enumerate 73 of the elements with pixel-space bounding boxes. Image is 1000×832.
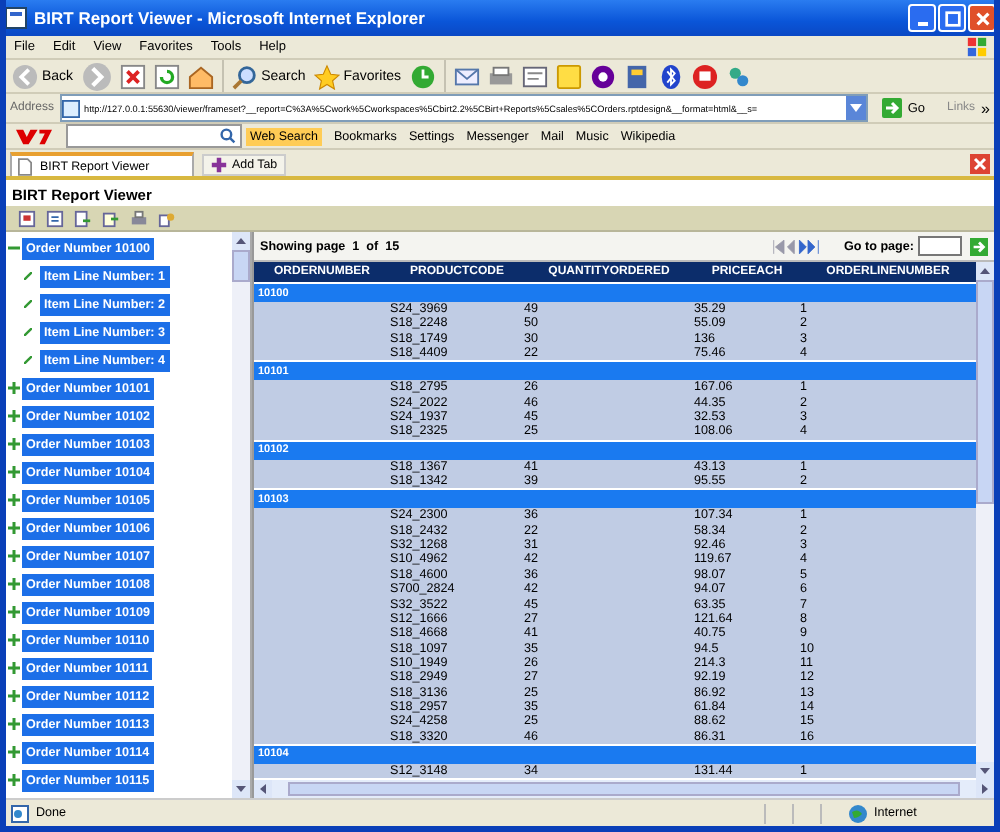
search-icon xyxy=(231,63,258,89)
document-icon[interactable] xyxy=(18,209,36,227)
page-icon xyxy=(6,6,28,30)
people-icon[interactable] xyxy=(725,63,752,89)
windows-flag-icon xyxy=(966,36,988,58)
close-button[interactable] xyxy=(968,4,994,32)
page-icon xyxy=(62,99,81,117)
more-links-button[interactable]: » xyxy=(981,99,990,117)
page-number-field[interactable] xyxy=(918,236,962,256)
expand-icon[interactable] xyxy=(6,438,20,450)
mail-icon[interactable] xyxy=(453,63,480,89)
minimize-button[interactable] xyxy=(908,4,936,32)
leaf-icon xyxy=(24,328,32,336)
expand-icon[interactable] xyxy=(6,746,20,758)
search-field[interactable] xyxy=(66,124,242,148)
vertical-scrollbar[interactable] xyxy=(232,232,250,798)
go-arrow-icon xyxy=(881,98,902,118)
plus-icon xyxy=(210,156,228,174)
minimize-icon xyxy=(917,21,927,25)
expand-icon[interactable] xyxy=(6,578,20,590)
y-logo-icon[interactable] xyxy=(14,127,54,145)
close-icon xyxy=(973,9,991,27)
expand-icon[interactable] xyxy=(6,494,20,506)
export-icon[interactable] xyxy=(74,209,92,227)
edit-icon[interactable] xyxy=(521,63,548,89)
scroll-thumb[interactable] xyxy=(288,782,960,796)
scroll-up-icon[interactable] xyxy=(232,232,250,250)
round-app-icon[interactable] xyxy=(691,63,718,89)
scroll-thumb[interactable] xyxy=(232,250,250,282)
expand-icon[interactable] xyxy=(6,466,20,478)
history-icon[interactable] xyxy=(409,63,436,89)
messenger-icon[interactable] xyxy=(589,63,616,89)
stop-icon[interactable] xyxy=(119,63,146,89)
globe-icon xyxy=(848,803,868,823)
scroll-down-icon[interactable] xyxy=(232,780,250,798)
expand-icon[interactable] xyxy=(6,662,20,674)
scroll-left-icon[interactable] xyxy=(254,780,272,798)
print-icon[interactable] xyxy=(487,63,514,89)
scroll-up-icon[interactable] xyxy=(976,262,994,280)
bluetooth-icon[interactable] xyxy=(657,63,684,89)
vertical-scrollbar[interactable] xyxy=(976,262,994,780)
scroll-down-icon[interactable] xyxy=(976,762,994,780)
expand-icon[interactable] xyxy=(6,550,20,562)
document-icon[interactable] xyxy=(46,209,64,227)
window-title: BIRT Report Viewer - Microsoft Internet Explorer xyxy=(34,8,427,28)
book-icon[interactable] xyxy=(623,63,650,89)
expand-icon[interactable] xyxy=(6,382,20,394)
leaf-icon xyxy=(24,300,32,308)
maximize-button[interactable] xyxy=(938,4,966,32)
home-icon[interactable] xyxy=(187,63,214,89)
scroll-thumb[interactable] xyxy=(976,280,994,504)
page-icon xyxy=(10,803,30,823)
leaf-icon xyxy=(24,356,32,364)
refresh-icon[interactable] xyxy=(153,63,180,89)
leaf-icon xyxy=(24,272,32,280)
expand-icon[interactable] xyxy=(6,522,20,534)
expand-icon[interactable] xyxy=(6,410,20,422)
expand-icon[interactable] xyxy=(6,634,20,646)
expand-icon[interactable] xyxy=(6,690,20,702)
expand-icon[interactable] xyxy=(6,718,20,730)
horizontal-scrollbar[interactable] xyxy=(254,780,994,798)
go-arrow-icon[interactable] xyxy=(970,237,988,255)
expand-icon[interactable] xyxy=(6,774,20,786)
print-icon[interactable] xyxy=(130,209,148,227)
expand-icon[interactable] xyxy=(6,606,20,618)
close-tab-icon[interactable] xyxy=(970,153,990,173)
settings-icon[interactable] xyxy=(158,209,176,227)
scroll-right-icon[interactable] xyxy=(976,780,994,798)
star-icon xyxy=(313,63,340,89)
page-navigation-icon[interactable] xyxy=(772,239,821,253)
export-icon[interactable] xyxy=(102,209,120,227)
search-icon[interactable] xyxy=(220,128,236,144)
collapse-icon[interactable] xyxy=(6,242,20,254)
